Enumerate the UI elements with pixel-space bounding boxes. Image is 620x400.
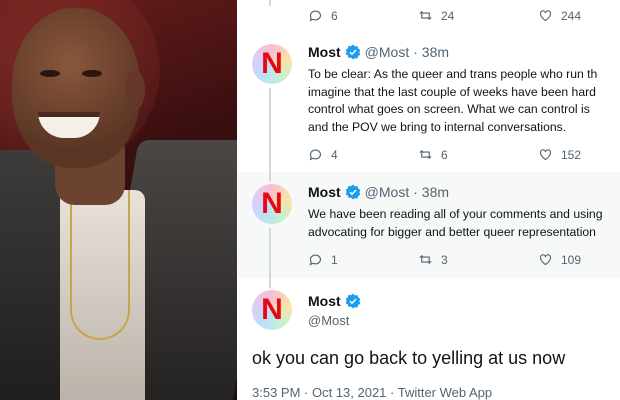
avatar[interactable]: N — [252, 44, 292, 84]
display-name[interactable]: Most — [308, 293, 341, 309]
head — [12, 8, 140, 168]
heart-icon — [539, 254, 552, 266]
thread-line — [269, 228, 271, 278]
tweet-text-line: control what goes on screen. What we can… — [308, 102, 590, 116]
tweet-feed: 6 24 244 N Most @Most · 38m To be clear:… — [238, 0, 620, 400]
thread-line — [269, 0, 271, 6]
necklace — [70, 190, 130, 340]
reply-icon — [309, 149, 322, 161]
tweet-text: We have been reading all of your comment… — [308, 206, 620, 241]
heart-icon — [539, 149, 552, 161]
photo-panel — [0, 0, 237, 400]
eye-right — [82, 70, 102, 77]
reply-count: 6 — [331, 8, 338, 23]
avatar[interactable]: N — [252, 290, 292, 330]
tweet-action-bar: 4 6 152 — [308, 147, 608, 162]
tweet-header: Most @Most · 38m — [308, 184, 449, 200]
eye-left — [40, 70, 60, 77]
like-button[interactable]: 244 — [538, 8, 581, 23]
like-count: 152 — [561, 147, 582, 162]
reply-button[interactable]: 4 — [308, 147, 418, 162]
main-tweet-header: Most — [308, 293, 361, 309]
timestamp[interactable]: · 38m — [413, 184, 449, 200]
netflix-logo-letter: N — [261, 187, 283, 220]
reply-icon — [309, 10, 322, 22]
tweet-text-line: imagine that the last couple of weeks ha… — [308, 84, 596, 99]
tweet-text-line: advocating for bigger and better queer r… — [308, 224, 596, 239]
netflix-logo-letter: N — [261, 293, 283, 326]
tweet-item[interactable]: N Most @Most · 38m To be clear: As the q… — [238, 32, 620, 172]
like-button[interactable]: 109 — [538, 252, 581, 267]
like-button[interactable]: 152 — [538, 147, 581, 162]
display-name[interactable]: Most — [308, 44, 341, 60]
tweet-timestamp-footer[interactable]: 3:53 PM · Oct 13, 2021 · Twitter Web App — [252, 385, 492, 400]
tweet-action-bar: 1 3 109 — [308, 252, 608, 267]
retweet-count: 3 — [441, 252, 448, 267]
thread-line — [269, 278, 271, 288]
tweet-item[interactable]: N Most @Most · 38m We have been reading … — [238, 172, 620, 278]
retweet-count: 6 — [441, 147, 448, 162]
retweet-icon — [419, 10, 432, 21]
tweet-text-line: We have been reading all of your comment… — [308, 207, 603, 221]
retweet-icon — [419, 254, 432, 265]
handle[interactable]: @Most — [365, 44, 410, 60]
display-name[interactable]: Most — [308, 184, 341, 200]
avatar[interactable]: N — [252, 184, 292, 224]
thread-line — [269, 88, 271, 172]
timestamp[interactable]: · 38m — [413, 44, 449, 60]
verified-badge-icon — [345, 184, 361, 200]
retweet-icon — [419, 149, 432, 160]
tweet-header: Most @Most · 38m — [308, 44, 449, 60]
thread-line — [269, 172, 271, 182]
verified-badge-icon — [345, 44, 361, 60]
reply-button[interactable]: 1 — [308, 252, 418, 267]
retweet-button[interactable]: 24 — [418, 8, 538, 23]
like-count: 244 — [561, 8, 582, 23]
top-action-bar: 6 24 244 — [308, 8, 608, 23]
reply-icon — [309, 254, 322, 266]
main-tweet-text: ok you can go back to yelling at us now — [252, 348, 566, 368]
tweet-text-line: and the POV we bring to internal convers… — [308, 119, 567, 134]
handle[interactable]: @Most — [365, 184, 410, 200]
tweet-text-line: To be clear: As the queer and trans peop… — [308, 67, 598, 81]
heart-icon — [539, 10, 552, 22]
handle[interactable]: @Most — [308, 313, 349, 328]
reply-count: 4 — [331, 147, 338, 162]
retweet-count: 24 — [441, 8, 455, 23]
retweet-button[interactable]: 3 — [418, 252, 538, 267]
netflix-logo-letter: N — [261, 47, 283, 80]
reply-button[interactable]: 6 — [308, 8, 418, 23]
like-count: 109 — [561, 252, 582, 267]
ear — [125, 70, 145, 110]
verified-badge-icon — [345, 293, 361, 309]
retweet-button[interactable]: 6 — [418, 147, 538, 162]
reply-count: 1 — [331, 252, 338, 267]
tweet-text: To be clear: As the queer and trans peop… — [308, 66, 620, 136]
